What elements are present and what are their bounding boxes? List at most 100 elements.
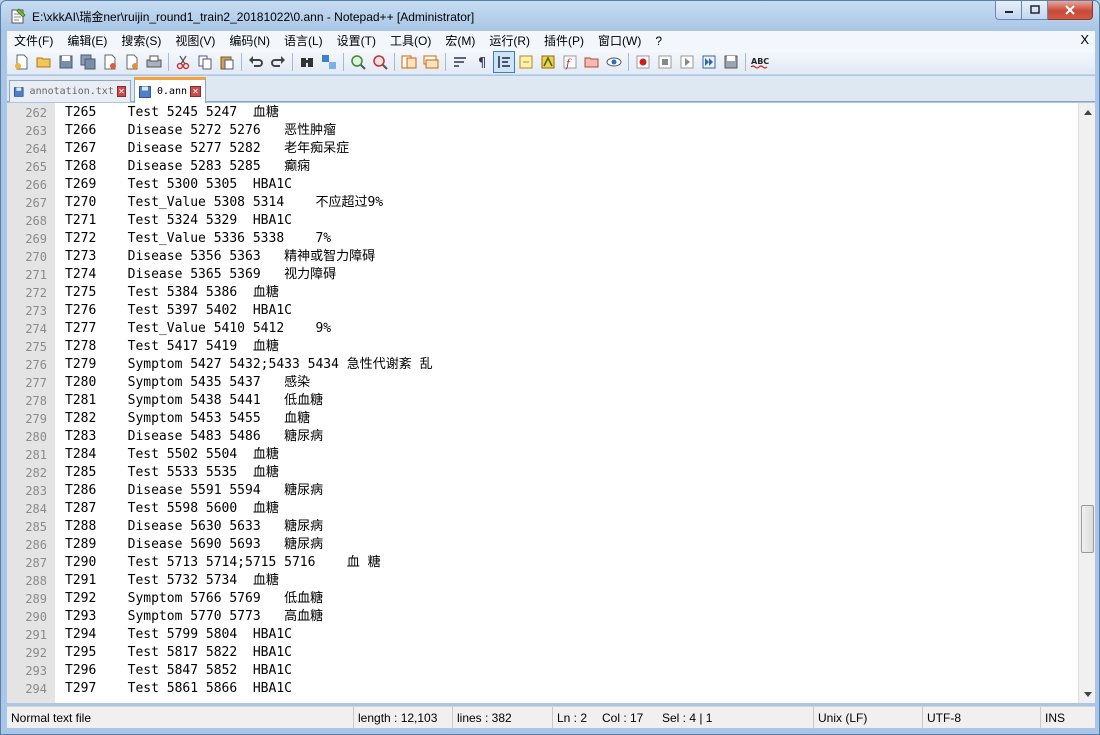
copy-button[interactable] [194, 51, 216, 73]
editor-line[interactable]: 283 T286 Disease 5591 5594 糖尿病 [7, 482, 1073, 500]
save-all-button[interactable] [77, 51, 99, 73]
minimize-button[interactable] [995, 1, 1022, 20]
line-text[interactable]: T297 Test 5861 5866 HBA1C [65, 680, 292, 698]
scroll-down-button[interactable] [1079, 686, 1095, 703]
editor-line[interactable]: 285 T288 Disease 5630 5633 糖尿病 [7, 518, 1073, 536]
paste-button[interactable] [216, 51, 238, 73]
line-text[interactable]: T280 Symptom 5435 5437 感染 [65, 374, 310, 392]
line-text[interactable]: T287 Test 5598 5600 血糖 [65, 500, 279, 518]
menu-search[interactable]: 搜索(S) [114, 32, 168, 49]
sync-horizontal-button[interactable] [420, 51, 442, 73]
status-eol[interactable]: Unix (LF) [813, 707, 867, 729]
line-text[interactable]: T293 Symptom 5770 5773 高血糖 [65, 608, 323, 626]
line-text[interactable]: T294 Test 5799 5804 HBA1C [65, 626, 292, 644]
close-tab-icon[interactable]: ✕ [116, 86, 126, 97]
line-text[interactable]: T282 Symptom 5453 5455 血糖 [65, 410, 310, 428]
zoom-out-button[interactable] [369, 51, 391, 73]
play-macro-button[interactable] [676, 51, 698, 73]
menu-window[interactable]: 窗口(W) [591, 32, 648, 49]
line-text[interactable]: T273 Disease 5356 5363 精神或智力障碍 [65, 248, 375, 266]
close-document-button[interactable]: X [1080, 32, 1089, 47]
tab-annotation-txt[interactable]: annotation.txt ✕ [9, 80, 131, 102]
monitoring-button[interactable] [603, 51, 625, 73]
editor-line[interactable]: 269 T272 Test_Value 5336 5338 7% [7, 230, 1073, 248]
editor-line[interactable]: 291 T294 Test 5799 5804 HBA1C [7, 626, 1073, 644]
line-text[interactable]: T285 Test 5533 5535 血糖 [65, 464, 279, 482]
new-file-button[interactable] [11, 51, 33, 73]
line-text[interactable]: T267 Disease 5277 5282 老年痴呆症 [65, 140, 349, 158]
line-text[interactable]: T269 Test 5300 5305 HBA1C [65, 176, 292, 194]
user-defined-language-button[interactable] [515, 51, 537, 73]
find-button[interactable] [296, 51, 318, 73]
run-macro-multiple-button[interactable] [698, 51, 720, 73]
editor-line[interactable]: 270 T273 Disease 5356 5363 精神或智力障碍 [7, 248, 1073, 266]
line-text[interactable]: T292 Symptom 5766 5769 低血糖 [65, 590, 323, 608]
close-all-button[interactable] [121, 51, 143, 73]
show-all-characters-button[interactable]: ¶ [471, 51, 493, 73]
editor-line[interactable]: 275 T278 Test 5417 5419 血糖 [7, 338, 1073, 356]
title-bar[interactable]: E:\xkkAI\瑞金ner\ruijin_round1_train2_2018… [1, 1, 1099, 31]
menu-edit[interactable]: 编辑(E) [60, 32, 114, 49]
status-encoding[interactable]: UTF-8 [922, 707, 961, 729]
menu-run[interactable]: 运行(R) [482, 32, 537, 49]
menu-tools[interactable]: 工具(O) [383, 32, 438, 49]
editor-line[interactable]: 281 T284 Test 5502 5504 血糖 [7, 446, 1073, 464]
editor-line[interactable]: 263 T266 Disease 5272 5276 恶性肿瘤 [7, 122, 1073, 140]
line-text[interactable]: T277 Test_Value 5410 5412 9% [65, 320, 331, 338]
redo-button[interactable] [267, 51, 289, 73]
line-text[interactable]: T268 Disease 5283 5285 癫痫 [65, 158, 310, 176]
line-text[interactable]: T266 Disease 5272 5276 恶性肿瘤 [65, 122, 336, 140]
line-text[interactable]: T274 Disease 5365 5369 视力障碍 [65, 266, 336, 284]
editor-line[interactable]: 273 T276 Test 5397 5402 HBA1C [7, 302, 1073, 320]
text-editor[interactable]: 262 T265 Test 5245 5247 血糖 263 T266 Disease… [7, 103, 1095, 703]
editor-line[interactable]: 292 T295 Test 5817 5822 HBA1C [7, 644, 1073, 662]
save-button[interactable] [55, 51, 77, 73]
line-text[interactable]: T288 Disease 5630 5633 糖尿病 [65, 518, 323, 536]
stop-macro-button[interactable] [654, 51, 676, 73]
print-button[interactable] [143, 51, 165, 73]
line-text[interactable]: T281 Symptom 5438 5441 低血糖 [65, 392, 323, 410]
notepad-app-icon[interactable] [10, 8, 26, 24]
menu-macro[interactable]: 宏(M) [438, 32, 482, 49]
tab-0-ann[interactable]: 0.ann ✕ [134, 77, 206, 103]
line-text[interactable]: T272 Test_Value 5336 5338 7% [65, 230, 331, 248]
menu-encoding[interactable]: 编码(N) [222, 32, 277, 49]
spell-check-button[interactable]: ABC [749, 51, 771, 73]
vertical-scrollbar[interactable] [1078, 103, 1095, 703]
scroll-up-button[interactable] [1079, 103, 1095, 120]
line-text[interactable]: T276 Test 5397 5402 HBA1C [65, 302, 292, 320]
replace-button[interactable] [318, 51, 340, 73]
line-text[interactable]: T278 Test 5417 5419 血糖 [65, 338, 279, 356]
editor-line[interactable]: 286 T289 Disease 5690 5693 糖尿病 [7, 536, 1073, 554]
line-text[interactable]: T275 Test 5384 5386 血糖 [65, 284, 279, 302]
menu-plugins[interactable]: 插件(P) [537, 32, 591, 49]
editor-line[interactable]: 287 T290 Test 5713 5714;5715 5716 血 糖 [7, 554, 1073, 572]
folder-as-workspace-button[interactable] [581, 51, 603, 73]
close-window-button[interactable] [1048, 1, 1093, 20]
line-text[interactable]: T283 Disease 5483 5486 糖尿病 [65, 428, 323, 446]
editor-line[interactable]: 277 T280 Symptom 5435 5437 感染 [7, 374, 1073, 392]
open-file-button[interactable] [33, 51, 55, 73]
line-text[interactable]: T284 Test 5502 5504 血糖 [65, 446, 279, 464]
cut-button[interactable] [172, 51, 194, 73]
editor-line[interactable]: 266 T269 Test 5300 5305 HBA1C [7, 176, 1073, 194]
menu-settings[interactable]: 设置(T) [330, 32, 383, 49]
record-macro-button[interactable] [632, 51, 654, 73]
save-macro-button[interactable] [720, 51, 742, 73]
editor-line[interactable]: 279 T282 Symptom 5453 5455 血糖 [7, 410, 1073, 428]
editor-line[interactable]: 272 T275 Test 5384 5386 血糖 [7, 284, 1073, 302]
editor-line[interactable]: 280 T283 Disease 5483 5486 糖尿病 [7, 428, 1073, 446]
line-text[interactable]: T296 Test 5847 5852 HBA1C [65, 662, 292, 680]
editor-line[interactable]: 284 T287 Test 5598 5600 血糖 [7, 500, 1073, 518]
line-text[interactable]: T286 Disease 5591 5594 糖尿病 [65, 482, 323, 500]
editor-line[interactable]: 282 T285 Test 5533 5535 血糖 [7, 464, 1073, 482]
undo-button[interactable] [245, 51, 267, 73]
word-wrap-button[interactable] [449, 51, 471, 73]
editor-line[interactable]: 267 T270 Test_Value 5308 5314 不应超过9% [7, 194, 1073, 212]
line-text[interactable]: T265 Test 5245 5247 血糖 [65, 104, 279, 122]
function-list-button[interactable]: f [559, 51, 581, 73]
editor-line[interactable]: 274 T277 Test_Value 5410 5412 9% [7, 320, 1073, 338]
line-text[interactable]: T279 Symptom 5427 5432;5433 5434 急性代谢紊 乱 [65, 356, 433, 374]
maximize-button[interactable] [1022, 1, 1048, 20]
indent-guide-button[interactable] [493, 51, 515, 73]
